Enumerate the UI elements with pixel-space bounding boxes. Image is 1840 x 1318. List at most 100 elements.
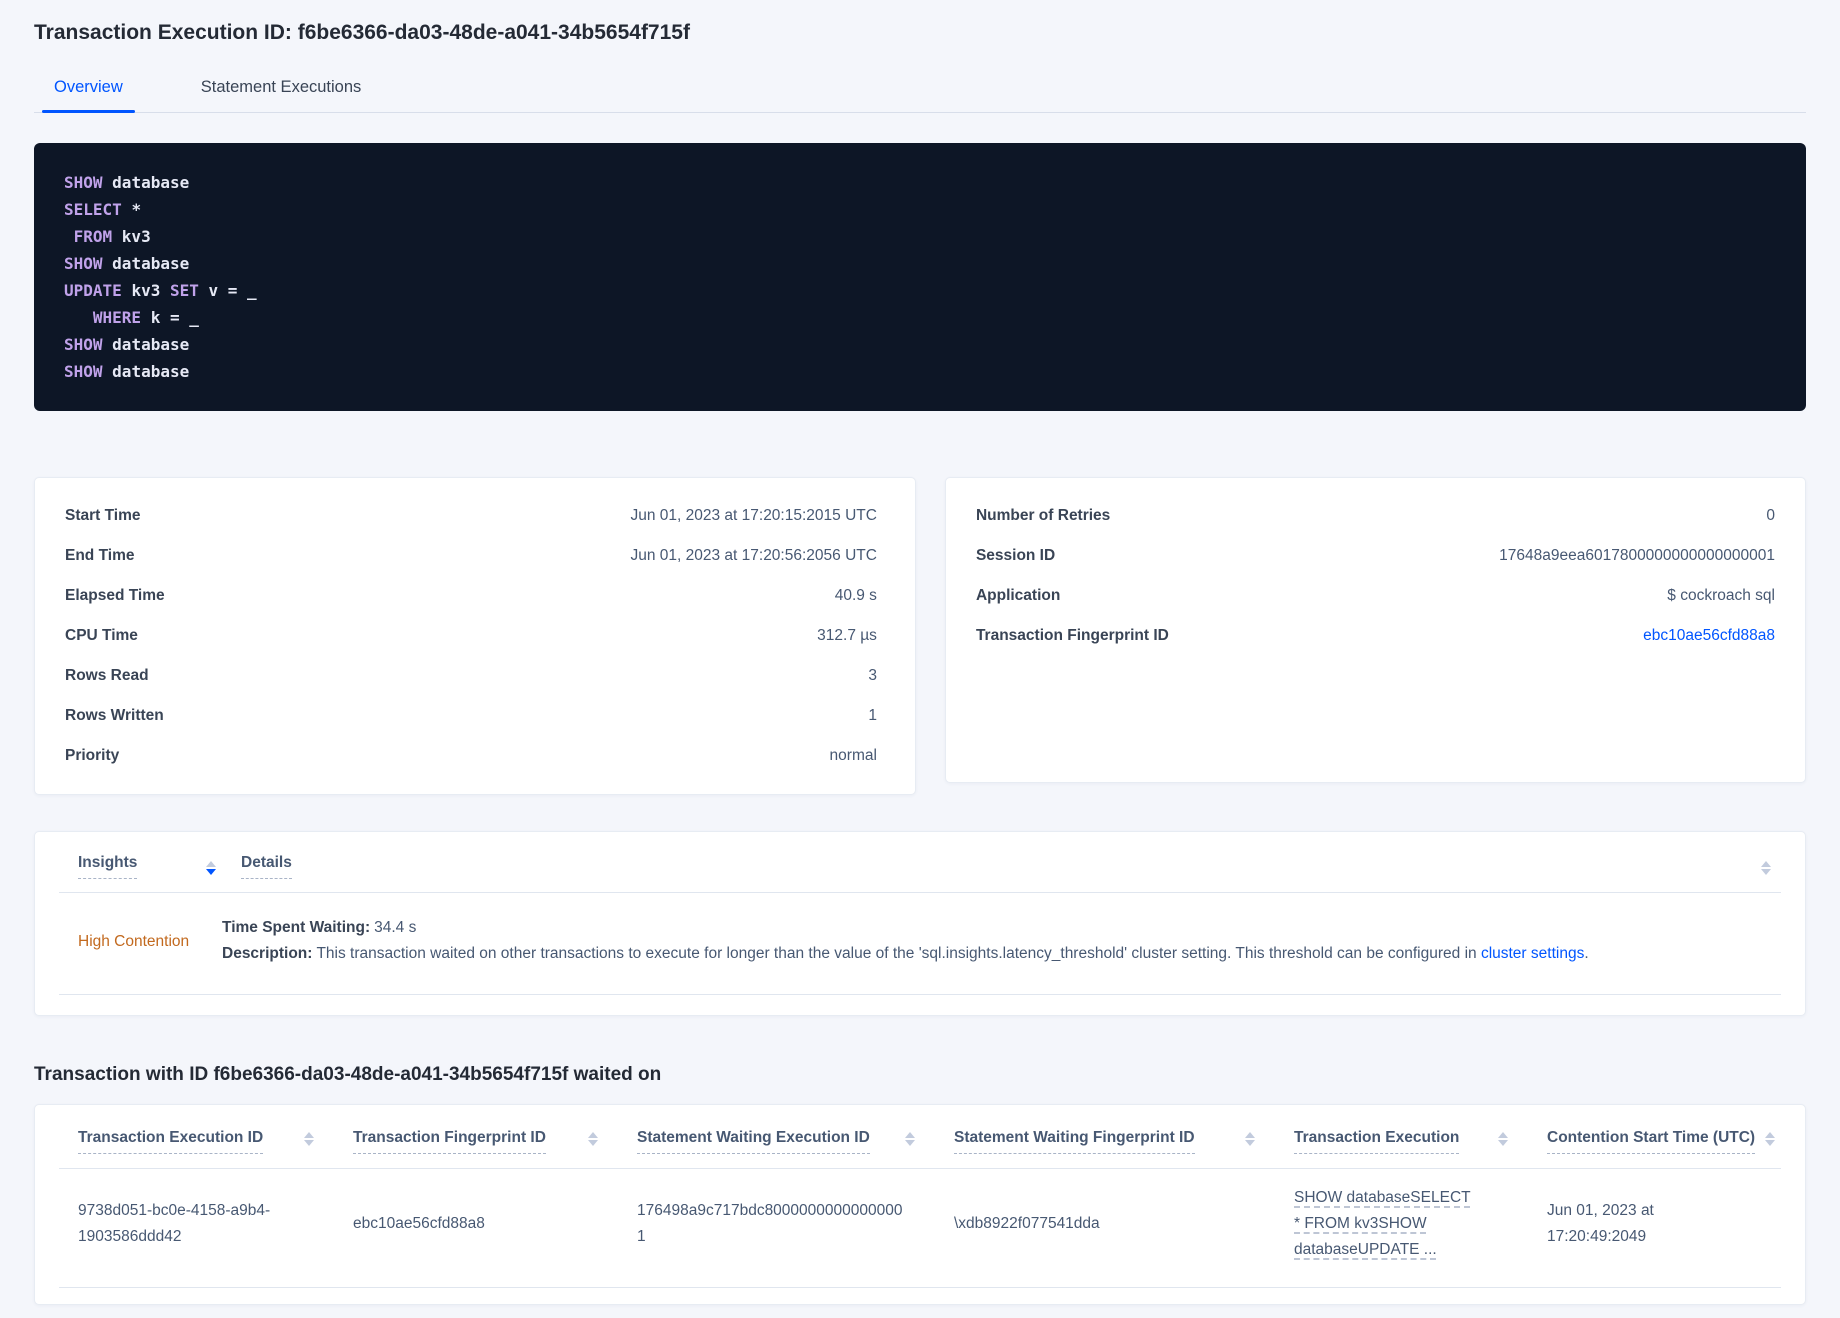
sql-statement-box: SHOW database SELECT * FROM kv3 SHOW datab… [34,143,1806,411]
cell-transaction-execution-id: 9738d051-bc0e-4158-a9b4-1903586ddd42 [78,1202,271,1245]
summary-label: Start Time [65,507,141,524]
column-header-label[interactable]: Statement Waiting Fingerprint ID [954,1129,1195,1154]
sql-keyword: FROM [64,227,122,246]
column-header-label[interactable]: Contention Start Time (UTC) [1547,1129,1756,1154]
summary-row: Application $ cockroach sql [976,576,1775,616]
time-spent-waiting-label: Time Spent Waiting: [222,919,371,936]
sort-arrows-icon[interactable] [304,1132,314,1146]
summary-row: Rows Written 1 [65,696,877,736]
sql-text: k = _ [150,308,199,327]
sql-text: v = _ [208,281,257,300]
column-header-label[interactable]: Transaction Execution ID [78,1129,264,1154]
insight-details: Time Spent Waiting: 34.4 s Description: Th… [222,913,1781,970]
sort-arrows-icon[interactable] [905,1132,915,1146]
sort-up-icon [1498,1132,1508,1138]
sql-keyword: SET [169,281,209,300]
column-header: Transaction Execution ID [59,1129,334,1154]
insight-row: High Contention Time Spent Waiting: 34.4 … [59,893,1781,995]
sql-line: SHOW database [64,250,1776,277]
sql-keyword: UPDATE [64,281,132,300]
sql-keyword: SELECT [64,200,132,219]
details-column-label[interactable]: Details [241,854,292,879]
summary-label: CPU Time [65,627,138,644]
summary-row: Session ID 17648a9eea60178000000000000000… [976,536,1775,576]
cluster-settings-link[interactable]: cluster settings [1481,945,1584,962]
sql-keyword: WHERE [64,308,151,327]
summary-label: Transaction Fingerprint ID [975,627,1169,644]
insight-description: Description: This transaction waited on o… [222,944,1771,964]
tab-overview[interactable]: Overview [42,66,135,113]
summary-label: Elapsed Time [65,587,165,604]
summary-value: 312.7 µs [817,627,877,644]
sort-up-icon [588,1132,598,1138]
sort-down-icon [1498,1140,1508,1146]
details-column-header: Details [222,854,1731,879]
summary-right-rows: Number of Retries 0 Session ID 17648a9eea60… [976,496,1775,656]
time-spent-waiting-value: 34.4 s [374,919,417,936]
sort-up-icon [1761,861,1771,867]
summary-row: Transaction Fingerprint ID ebc10ae56cfd88… [976,616,1775,656]
summary-label: Rows Read [65,667,149,684]
summary-row: End Time Jun 01, 2023 at 17:20:56:2056 UT… [65,536,877,576]
summary-value: 0 [1766,507,1775,524]
sql-text: kv3 [121,227,151,246]
sql-text: database [112,173,190,192]
insights-right-sort-slot [1761,854,1771,875]
sort-down-icon [1761,869,1771,875]
column-header: Transaction Execution [1275,1129,1528,1154]
session-summary-card: Number of Retries 0 Session ID 17648a9eea60… [944,477,1806,783]
sql-keyword: SHOW [64,362,113,381]
sql-line: SHOW database [64,331,1776,358]
summary-label: Rows Written [65,707,164,724]
summary-value: Jun 01, 2023 at 17:20:15:2015 UTC [630,507,877,524]
summary-value: 1 [868,707,877,724]
column-header: Contention Start Time (UTC) [1528,1129,1781,1154]
sort-arrows-icon[interactable] [1765,1132,1775,1146]
sort-arrows-icon[interactable] [1761,861,1771,875]
column-header-label[interactable]: Transaction Fingerprint ID [353,1129,546,1154]
sort-down-icon [304,1140,314,1146]
cell-statement-waiting-execution-id: 176498a9c717bdc80000000000000001 [637,1202,903,1245]
description-label: Description: [222,945,313,962]
tab-statement-executions[interactable]: Statement Executions [189,66,374,112]
sort-down-icon [905,1140,915,1146]
waited-table-header: Transaction Execution ID Transaction Fing… [59,1129,1781,1154]
summary-row: Rows Read 3 [65,656,877,696]
sort-up-icon [1245,1132,1255,1138]
insights-table-header: Insights Details [59,854,1781,879]
sql-text: database [112,254,190,273]
sort-arrows-icon[interactable] [1245,1132,1255,1146]
execution-summary-card: Start Time Jun 01, 2023 at 17:20:15:2015 … [34,477,916,795]
column-header-label[interactable]: Transaction Execution [1294,1129,1460,1154]
sql-code: SHOW database SELECT * FROM kv3 SHOW datab… [64,169,1776,385]
sort-arrows-icon[interactable] [588,1132,598,1146]
transaction-fingerprint-link[interactable]: ebc10ae56cfd88a8 [1643,627,1775,645]
column-header-label[interactable]: Statement Waiting Execution ID [637,1129,870,1154]
insight-type-label: High Contention [78,932,190,950]
sort-arrows-icon[interactable] [1498,1132,1508,1146]
sort-down-icon [206,869,216,875]
sql-line: FROM kv3 [64,223,1776,250]
insights-table-card: Insights Details High Contention Time Sp… [34,831,1806,1016]
sql-line: SHOW database [64,169,1776,196]
sort-arrows-icon[interactable] [206,861,216,875]
insights-header-right [1731,854,1781,879]
summary-value: Jun 01, 2023 at 17:20:56:2056 UTC [630,547,877,564]
sql-keyword: SHOW [64,254,113,273]
insights-column-label[interactable]: Insights [78,854,138,879]
sql-line: SHOW database [64,358,1776,385]
sort-up-icon [1765,1132,1775,1138]
summary-row: Elapsed Time 40.9 s [65,576,877,616]
summary-value: 3 [868,667,877,684]
summary-label: Session ID [975,547,1056,564]
summary-row: Number of Retries 0 [976,496,1775,536]
transaction-execution-link[interactable]: SHOW databaseSELECT * FROM kv3SHOW datab… [1294,1185,1472,1263]
cell-transaction-execution: SHOW databaseSELECT * FROM kv3SHOW datab… [1275,1185,1528,1263]
column-header: Statement Waiting Execution ID [618,1129,935,1154]
summary-cards-row: Start Time Jun 01, 2023 at 17:20:15:2015 … [34,477,1806,795]
insights-column-header: Insights [59,854,222,879]
sort-up-icon [206,861,216,867]
sql-text: database [112,335,190,354]
sort-down-icon [1245,1140,1255,1146]
summary-label: Number of Retries [975,507,1111,524]
